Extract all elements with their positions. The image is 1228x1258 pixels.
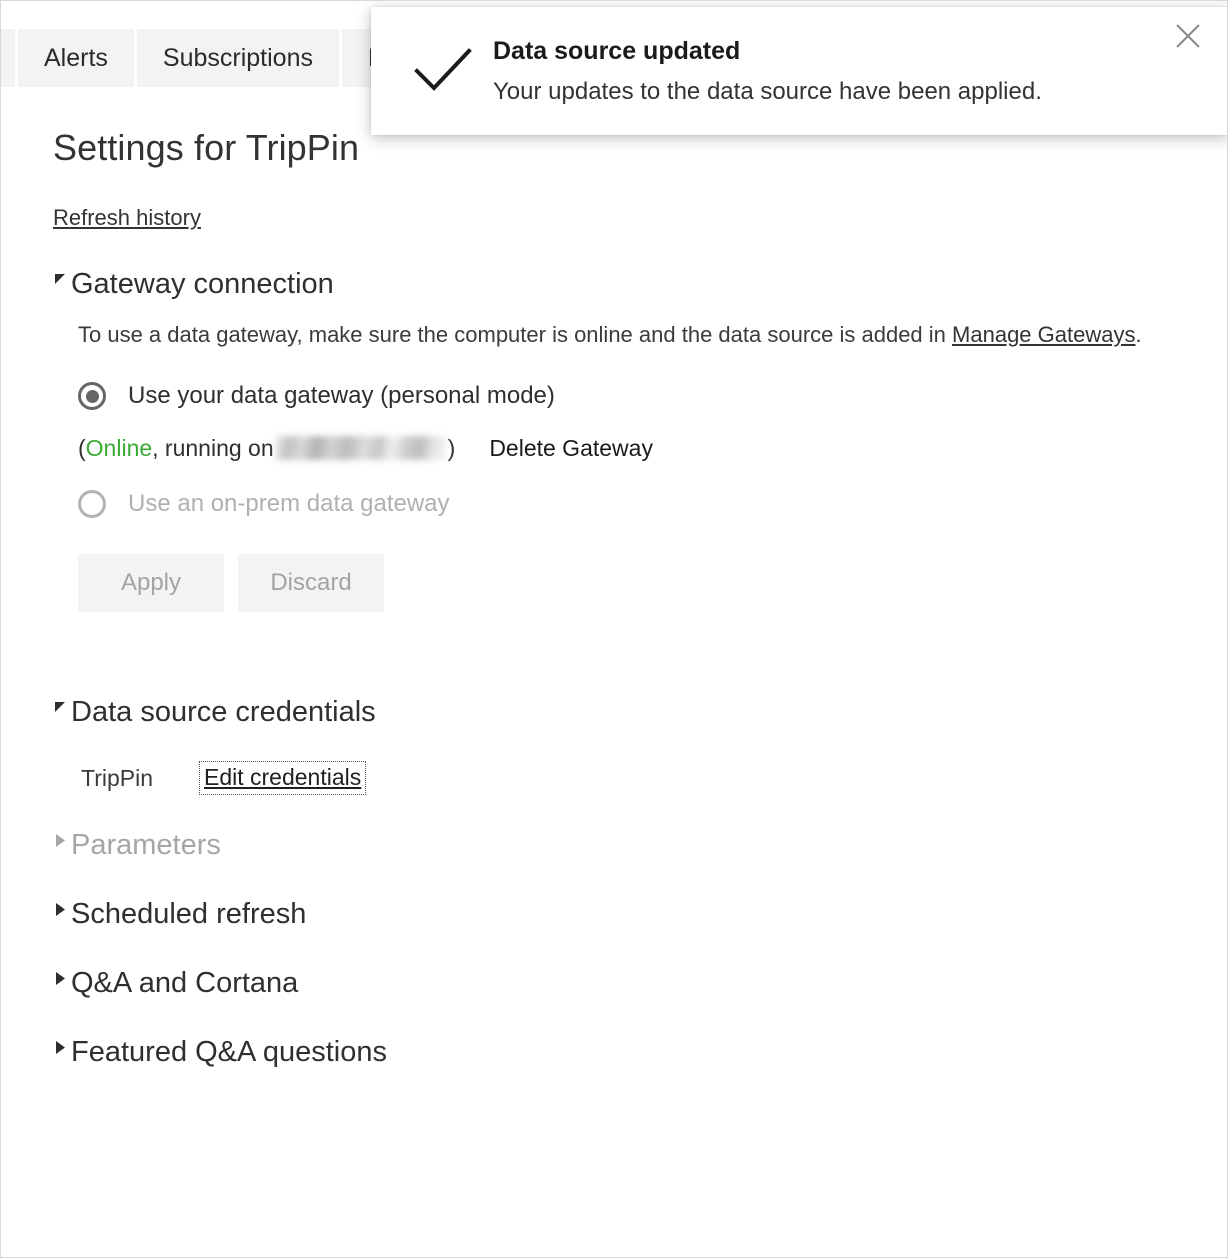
radio-option-personal-gateway[interactable]: Use your data gateway (personal mode) — [78, 382, 1227, 410]
checkmark-icon — [407, 46, 479, 96]
tab-partial-left[interactable] — [1, 29, 15, 87]
section-title-gateway-connection: Gateway connection — [71, 268, 334, 300]
section-body-gateway-connection: To use a data gateway, make sure the com… — [53, 318, 1227, 612]
toast-title: Data source updated — [493, 36, 741, 65]
radio-personal-gateway-label: Use your data gateway (personal mode) — [128, 382, 555, 409]
gateway-status-row: (Online, running on ) Delete Gateway — [78, 436, 1227, 460]
tab-alerts-label: Alerts — [44, 43, 108, 72]
section-header-qa-and-cortana[interactable]: Q&A and Cortana — [53, 969, 1227, 998]
gateway-description: To use a data gateway, make sure the com… — [78, 318, 1198, 352]
manage-gateways-link[interactable]: Manage Gateways — [952, 322, 1135, 347]
radio-onprem-gateway-icon — [78, 490, 106, 518]
credential-source-name: TripPin — [81, 764, 153, 791]
section-title-scheduled-refresh: Scheduled refresh — [71, 898, 307, 930]
caret-collapsed-icon — [53, 1040, 71, 1056]
section-header-scheduled-refresh[interactable]: Scheduled refresh — [53, 900, 1227, 929]
caret-collapsed-icon — [53, 902, 71, 918]
gateway-description-text-2: . — [1135, 322, 1142, 347]
radio-onprem-gateway-label: Use an on-prem data gateway — [128, 490, 450, 517]
settings-content: Settings for TripPin Refresh history Gat… — [1, 87, 1227, 1257]
status-open-paren: ( — [78, 434, 86, 461]
delete-gateway-button[interactable]: Delete Gateway — [489, 436, 653, 460]
credential-row: TripPin Edit credentials — [78, 761, 1227, 795]
status-online-label: Online — [85, 434, 153, 461]
toast-text: Data source updated Your updates to the … — [479, 36, 1161, 105]
gateway-description-text-1: To use a data gateway, make sure the com… — [78, 322, 953, 347]
section-body-data-source-credentials: TripPin Edit credentials — [53, 761, 1227, 795]
caret-collapsed-icon — [53, 833, 71, 849]
section-title-qa-and-cortana: Q&A and Cortana — [71, 967, 299, 999]
edit-credentials-link[interactable]: Edit credentials — [198, 761, 367, 795]
discard-button[interactable]: Discard — [238, 554, 384, 612]
status-close-paren: ) — [447, 434, 456, 461]
caret-expanded-icon — [53, 272, 71, 288]
section-title-featured-qa-questions: Featured Q&A questions — [71, 1036, 387, 1068]
refresh-history-link[interactable]: Refresh history — [53, 207, 201, 229]
status-running-on-label: , running on — [152, 434, 274, 461]
section-title-data-source-credentials: Data source credentials — [71, 696, 376, 728]
toast-message: Your updates to the data source have bee… — [493, 77, 1042, 105]
section-header-featured-qa-questions[interactable]: Featured Q&A questions — [53, 1038, 1227, 1067]
section-header-data-source-credentials[interactable]: Data source credentials — [53, 698, 1227, 727]
section-header-gateway-connection[interactable]: Gateway connection — [53, 270, 1227, 299]
close-icon[interactable] — [1161, 21, 1215, 51]
tab-subscriptions[interactable]: Subscriptions — [136, 29, 339, 87]
section-header-parameters[interactable]: Parameters — [53, 831, 1227, 860]
settings-page: Alerts Subscriptions D Settings for Trip… — [0, 0, 1228, 1258]
toast-notification: Data source updated Your updates to the … — [371, 7, 1227, 135]
radio-option-onprem-gateway: Use an on-prem data gateway — [78, 490, 1227, 518]
gateway-button-row: Apply Discard — [78, 554, 1227, 612]
tab-alerts[interactable]: Alerts — [18, 29, 134, 87]
radio-personal-gateway-icon[interactable] — [78, 382, 106, 410]
redacted-hostname — [275, 436, 446, 460]
apply-button[interactable]: Apply — [78, 554, 224, 612]
caret-expanded-icon — [53, 700, 71, 716]
section-title-parameters: Parameters — [71, 829, 221, 861]
tab-subscriptions-label: Subscriptions — [162, 43, 313, 72]
caret-collapsed-icon — [53, 971, 71, 987]
